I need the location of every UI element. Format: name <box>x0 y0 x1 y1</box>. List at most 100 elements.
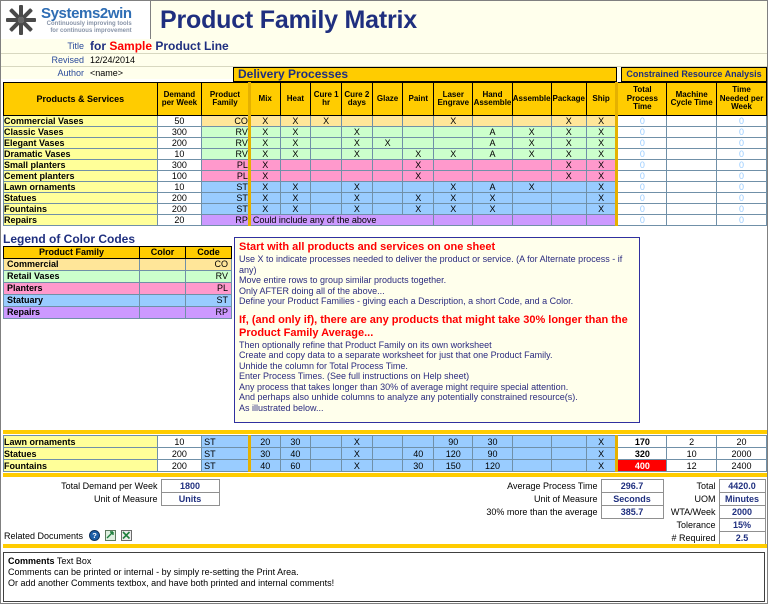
cell-process-9[interactable] <box>550 435 587 448</box>
total-middle-value-2[interactable]: 385.7 <box>600 505 664 519</box>
cell-demand[interactable]: 200 <box>156 192 203 204</box>
cell-process-0[interactable]: X <box>247 148 281 160</box>
cell-process-3[interactable]: X <box>341 435 373 448</box>
cell-process-10[interactable]: X <box>585 203 619 215</box>
cell-process-6[interactable]: X <box>433 203 474 215</box>
cell-process-8[interactable]: X <box>511 126 552 138</box>
cell-time-needed-per-week[interactable]: 0 <box>716 115 767 127</box>
cell-process-5[interactable]: 30 <box>402 459 435 472</box>
cell-machine-cycle-time[interactable] <box>666 192 718 204</box>
legend-family-name[interactable]: Planters <box>3 282 140 295</box>
cell-process-10[interactable]: X <box>585 435 619 448</box>
cell-machine-cycle-time[interactable]: 12 <box>666 459 718 472</box>
cell-time-needed-per-week[interactable]: 0 <box>716 137 767 149</box>
cell-process-7[interactable]: A <box>472 181 513 193</box>
cell-process-5[interactable]: 40 <box>402 447 435 460</box>
cell-process-7[interactable] <box>472 170 513 182</box>
cell-process-8[interactable] <box>511 435 552 448</box>
legend-family-name[interactable]: Repairs <box>3 306 140 319</box>
cell-total-process-time[interactable]: 0 <box>616 137 668 149</box>
cell-process-3[interactable]: X <box>341 447 373 460</box>
cell-process-5[interactable]: X <box>402 159 435 171</box>
cell-process-5[interactable] <box>402 137 435 149</box>
totals-left[interactable]: Total Demand per Week 1800 Unit of Measure… <box>31 479 220 506</box>
cell-process-1[interactable]: 60 <box>279 459 312 472</box>
cell-process-10[interactable]: X <box>585 137 619 149</box>
cell-process-8[interactable] <box>511 115 552 127</box>
cell-demand[interactable]: 100 <box>156 170 203 182</box>
cell-process-10[interactable]: X <box>585 159 619 171</box>
cell-product-name[interactable]: Fountains <box>3 203 158 215</box>
cell-process-0[interactable]: 40 <box>247 459 281 472</box>
cell-process-7[interactable]: 30 <box>472 435 513 448</box>
cell-process-6[interactable] <box>433 170 474 182</box>
comments-text-box[interactable]: Comments Text Box Comments can be printe… <box>3 552 765 602</box>
cell-process-2[interactable] <box>310 181 342 193</box>
cell-process-3[interactable]: X <box>341 192 373 204</box>
legend-family-name[interactable]: Retail Vases <box>3 270 140 283</box>
cell-total-process-time[interactable]: 400 <box>616 459 668 472</box>
cell-time-needed-per-week[interactable]: 2000 <box>716 447 767 460</box>
cell-process-8[interactable] <box>511 459 552 472</box>
product-family-matrix[interactable]: Products & Services Demand per Week Produc… <box>3 82 767 226</box>
cell-family-code[interactable]: RV <box>201 148 250 160</box>
cell-process-4[interactable] <box>371 115 404 127</box>
cell-process-8[interactable] <box>511 192 552 204</box>
cell-product-name[interactable]: Dramatic Vases <box>3 148 158 160</box>
cell-process-5[interactable]: X <box>402 148 435 160</box>
cell-process-8[interactable] <box>511 447 552 460</box>
cell-process-3[interactable]: X <box>341 181 373 193</box>
total-middle-value-0[interactable]: 296.7 <box>600 479 664 493</box>
cell-machine-cycle-time[interactable] <box>666 159 718 171</box>
cell-time-needed-per-week[interactable]: 0 <box>716 192 767 204</box>
list-item[interactable]: Commercial CO <box>3 258 232 271</box>
cell-demand[interactable]: 200 <box>156 203 203 215</box>
cell-process-0[interactable]: X <box>247 115 281 127</box>
cell-process-10[interactable]: X <box>585 148 619 160</box>
cell-process-9[interactable]: X <box>550 148 587 160</box>
total-right-value-1[interactable]: Minutes <box>718 492 766 506</box>
cell-family-code[interactable]: CO <box>201 115 250 127</box>
cell-family-code[interactable]: ST <box>201 192 250 204</box>
cell-product-name[interactable]: Classic Vases <box>3 126 158 138</box>
meta-value-title[interactable]: for Sample Product Line <box>87 39 767 53</box>
cell-family-code[interactable]: PL <box>201 170 250 182</box>
cell-process-2[interactable] <box>310 447 342 460</box>
cell-process-6[interactable]: 120 <box>433 447 474 460</box>
cell-process-1[interactable]: X <box>279 203 312 215</box>
cell-process-0[interactable]: X <box>247 137 281 149</box>
cell-process-10[interactable]: X <box>585 192 619 204</box>
cell-process-2[interactable] <box>310 459 342 472</box>
help-icon[interactable]: ? <box>89 530 100 543</box>
cell-demand[interactable]: 10 <box>156 435 203 448</box>
cell-process-1[interactable]: X <box>279 148 312 160</box>
legend-code[interactable]: RP <box>185 306 232 319</box>
cell-process-9[interactable] <box>550 181 587 193</box>
cell-process-10[interactable]: X <box>585 459 619 472</box>
table-row[interactable]: Statues 200 ST 30 40 X 40 120 90 X 320 10 2000 <box>3 447 767 460</box>
cell-process-2[interactable] <box>310 192 342 204</box>
cell-process-8[interactable] <box>511 214 552 226</box>
cell-process-5[interactable]: X <box>402 192 435 204</box>
cell-process-1[interactable]: X <box>279 192 312 204</box>
legend-table[interactable]: Product Family Color Code Commercial CO Reta… <box>3 246 232 319</box>
cell-demand[interactable]: 200 <box>156 447 203 460</box>
cell-process-10[interactable]: X <box>585 447 619 460</box>
cell-machine-cycle-time[interactable] <box>666 203 718 215</box>
example-matrix[interactable]: Lawn ornaments 10 ST 20 30 X 90 30 X 170 2 20 Statue… <box>3 435 767 472</box>
legend-family-name[interactable]: Statuary <box>3 294 140 307</box>
cell-time-needed-per-week[interactable]: 0 <box>716 159 767 171</box>
cell-process-6[interactable]: X <box>433 181 474 193</box>
cell-family-code[interactable]: ST <box>201 447 250 460</box>
cell-family-code[interactable]: RV <box>201 137 250 149</box>
cell-total-process-time[interactable]: 0 <box>616 159 668 171</box>
cell-time-needed-per-week[interactable]: 0 <box>716 203 767 215</box>
cell-family-code[interactable]: ST <box>201 181 250 193</box>
cell-process-5[interactable] <box>402 435 435 448</box>
cell-family-code[interactable]: ST <box>201 459 250 472</box>
cell-process-1[interactable] <box>279 159 312 171</box>
cell-process-9[interactable] <box>550 214 587 226</box>
cell-total-process-time[interactable]: 0 <box>616 115 668 127</box>
cell-family-code[interactable]: RP <box>201 214 250 226</box>
cell-process-10[interactable]: X <box>585 115 619 127</box>
